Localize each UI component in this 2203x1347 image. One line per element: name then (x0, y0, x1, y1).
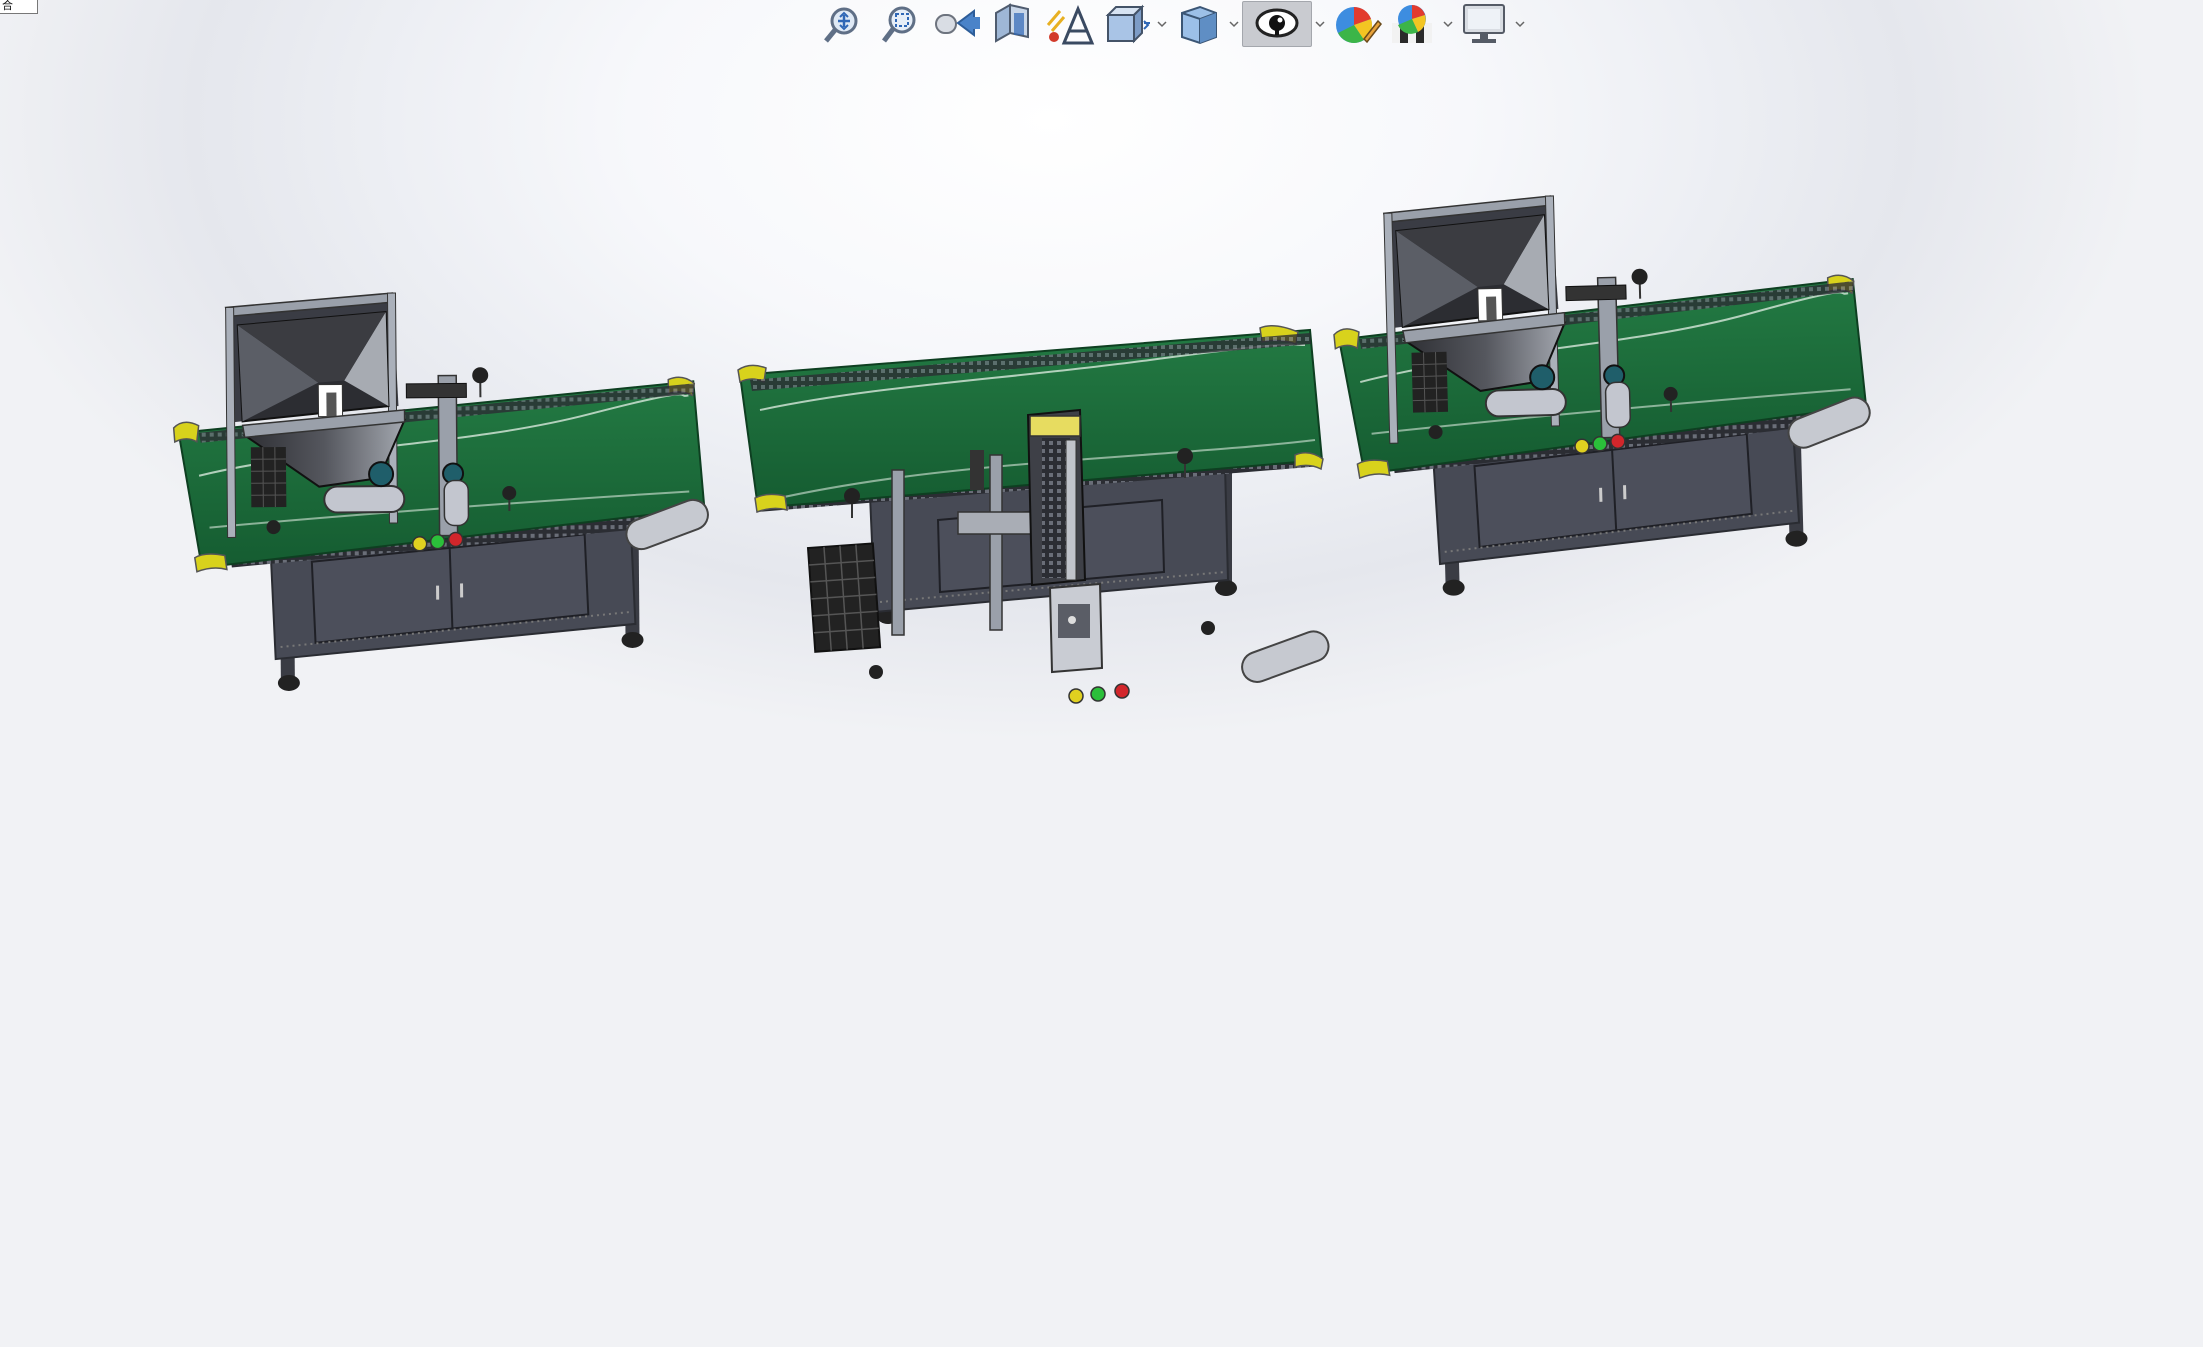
station-1-hopper-conveyor[interactable] (171, 289, 715, 693)
station-2-gantry-pick[interactable] (737, 325, 1333, 704)
station-3-hopper-conveyor[interactable] (1329, 186, 1880, 600)
graphics-area[interactable] (0, 0, 2203, 1347)
